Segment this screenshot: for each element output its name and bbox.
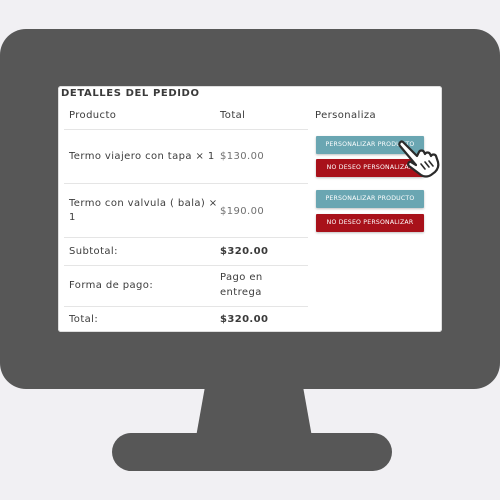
row-divider [64, 265, 308, 266]
item-1-price: $130.00 [220, 151, 265, 162]
monitor-stand [112, 433, 392, 471]
decline-customize-button[interactable]: NO DESEO PERSONALIZAR [316, 214, 424, 232]
item-2-product-qty: 1 [69, 212, 76, 223]
total-label: Total: [69, 314, 99, 325]
item-2-product: Termo con valvula ( bala) × [69, 198, 218, 209]
row-divider [64, 306, 308, 307]
item-1-product: Termo viajero con tapa × 1 [69, 151, 215, 162]
row-divider [64, 237, 308, 238]
monitor-neck [196, 385, 312, 437]
column-header-product: Producto [69, 110, 117, 121]
payment-method-label: Forma de pago: [69, 280, 154, 291]
payment-method-value: Pago en [220, 272, 263, 283]
order-table: Producto Total Personaliza Termo viajero… [58, 86, 442, 332]
row-divider [64, 129, 308, 130]
total-value: $320.00 [220, 314, 269, 325]
column-header-customize: Personaliza [315, 110, 377, 121]
subtotal-value: $320.00 [220, 246, 269, 257]
illustration: DETALLES DEL PEDIDO Producto Total Perso… [0, 0, 500, 500]
customize-product-button[interactable]: PERSONALIZAR PRODUCTO [316, 190, 424, 208]
payment-method-value-line2: entrega [220, 287, 262, 298]
column-header-total: Total [220, 110, 246, 121]
monitor-screen: DETALLES DEL PEDIDO Producto Total Perso… [58, 86, 442, 332]
row-divider [64, 183, 308, 184]
subtotal-label: Subtotal: [69, 246, 118, 257]
item-2-price: $190.00 [220, 206, 265, 217]
hand-pointer-icon [398, 140, 440, 178]
